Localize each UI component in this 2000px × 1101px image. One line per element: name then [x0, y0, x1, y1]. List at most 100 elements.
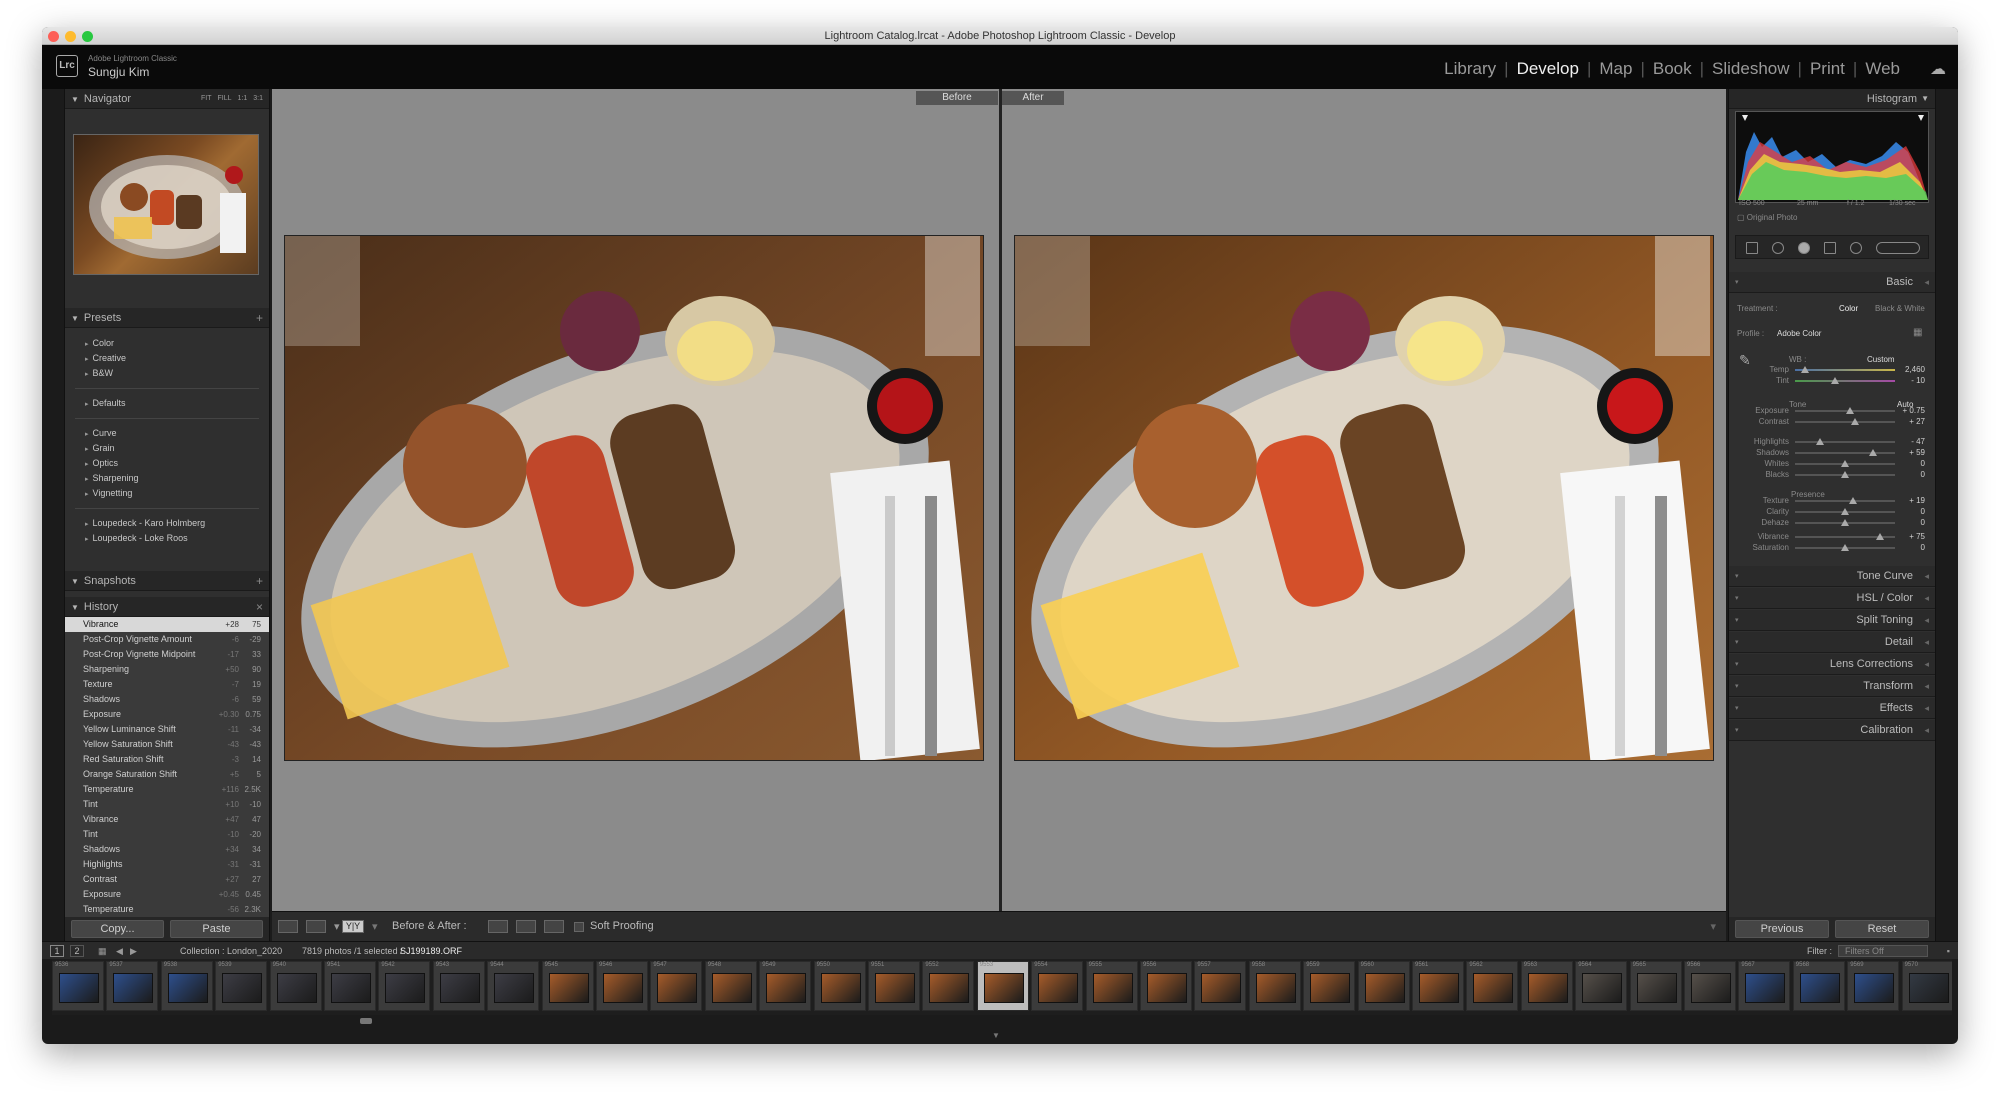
zoom-3-1[interactable]: 3:1	[253, 95, 263, 102]
filmstrip-thumbnail[interactable]: 9565	[1629, 961, 1682, 1011]
filmstrip-thumbnail[interactable]: 9549	[759, 961, 812, 1011]
slider-vibrance[interactable]	[1795, 533, 1895, 540]
zoom-fit[interactable]: FIT	[201, 95, 212, 102]
slider-shadows[interactable]	[1795, 449, 1895, 456]
filter-select[interactable]: Filters Off	[1838, 945, 1928, 957]
slider-knob[interactable]	[1849, 497, 1857, 504]
preset-folder[interactable]: Sharpening	[65, 471, 269, 486]
filmstrip-thumbnail[interactable]: 9568	[1792, 961, 1845, 1011]
slider-saturation[interactable]	[1795, 544, 1895, 551]
slider-dehaze[interactable]	[1795, 519, 1895, 526]
bottom-panel-toggle-icon[interactable]: ▼	[992, 1031, 1000, 1040]
filmstrip-thumbnail[interactable]: 9551	[868, 961, 920, 1011]
module-book[interactable]: Book	[1653, 59, 1692, 78]
grid-view-icon[interactable]: ▦	[98, 942, 107, 960]
preset-folder[interactable]: Loupedeck - Loke Roos	[65, 531, 269, 546]
slider-value-shadows[interactable]: + 59	[1909, 448, 1925, 457]
filmstrip-thumbnail[interactable]: 9555	[1085, 961, 1138, 1011]
toolbar-menu-icon[interactable]: ▾	[1710, 920, 1716, 933]
after-photo[interactable]	[1014, 235, 1714, 761]
module-slideshow[interactable]: Slideshow	[1712, 59, 1790, 78]
module-map[interactable]: Map	[1599, 59, 1632, 78]
panel-lens-corrections[interactable]: Lens Corrections	[1729, 654, 1935, 675]
reset-button[interactable]: Reset	[1835, 920, 1929, 938]
copy-after-to-before-button[interactable]	[516, 920, 536, 933]
crop-icon[interactable]	[1746, 242, 1758, 254]
add-snapshot-icon[interactable]: +	[256, 571, 263, 591]
zoom-window-button[interactable]	[82, 31, 93, 42]
slider-knob[interactable]	[1831, 377, 1839, 384]
slider-knob[interactable]	[1846, 407, 1854, 414]
copy-button[interactable]: Copy...	[71, 920, 164, 938]
filmstrip-thumbnail[interactable]: 9550	[813, 961, 866, 1011]
slider-knob[interactable]	[1869, 449, 1877, 456]
panel-tone-curve[interactable]: Tone Curve	[1729, 566, 1935, 587]
slider-highlights[interactable]	[1795, 438, 1895, 445]
treatment-bw-button[interactable]: Black & White	[1875, 304, 1925, 313]
navigator-zoom-options[interactable]: FIT FILL 1:1 3:1	[195, 89, 263, 109]
filmstrip-thumbnail[interactable]: 9569	[1847, 961, 1900, 1011]
spot-removal-icon[interactable]	[1772, 242, 1784, 254]
history-step[interactable]: Texture -7 19	[65, 677, 269, 692]
slider-exposure[interactable]	[1795, 407, 1895, 414]
filmstrip-thumbnail[interactable]: 9562	[1466, 961, 1519, 1011]
filmstrip-thumbnail[interactable]: 9547	[650, 961, 703, 1011]
slider-knob[interactable]	[1841, 460, 1849, 467]
soft-proofing-checkbox[interactable]	[574, 922, 584, 932]
slider-value-contrast[interactable]: + 27	[1909, 417, 1925, 426]
history-step[interactable]: Exposure +0.30 0.75	[65, 707, 269, 722]
slider-clarity[interactable]	[1795, 508, 1895, 515]
main-window-button[interactable]: 1	[50, 945, 64, 957]
loupe-view-button[interactable]	[278, 920, 298, 933]
minimize-window-button[interactable]	[65, 31, 76, 42]
slider-knob[interactable]	[1816, 438, 1824, 445]
preset-folder[interactable]: Loupedeck - Karo Holmberg	[65, 516, 269, 531]
histogram-header[interactable]: Histogram ▼	[1729, 89, 1935, 109]
filmstrip-thumbnail[interactable]: 9543	[432, 961, 485, 1011]
filmstrip-thumbnail[interactable]: 9538	[160, 961, 213, 1011]
preset-folder[interactable]: Defaults	[65, 396, 269, 411]
panel-effects[interactable]: Effects	[1729, 698, 1935, 719]
slider-blacks[interactable]	[1795, 471, 1895, 478]
add-preset-icon[interactable]: +	[256, 308, 263, 328]
filmstrip-thumbnail[interactable]: 9548	[704, 961, 757, 1011]
preset-folder[interactable]: Color	[65, 336, 269, 351]
wb-select[interactable]: Custom	[1867, 355, 1895, 364]
filmstrip-thumbnail[interactable]: 9567	[1738, 961, 1791, 1011]
preset-folder[interactable]: Grain	[65, 441, 269, 456]
adjustment-brush-icon[interactable]	[1876, 242, 1920, 254]
preset-folder[interactable]: Curve	[65, 426, 269, 441]
treatment-color-button[interactable]: Color	[1839, 304, 1858, 313]
history-step[interactable]: Exposure +0.45 0.45	[65, 887, 269, 902]
preset-folder[interactable]: Vignetting	[65, 486, 269, 501]
filter-lock-icon[interactable]: ▪	[1947, 942, 1950, 960]
filmstrip-thumbnail[interactable]: 9558	[1248, 961, 1301, 1011]
copy-before-to-after-button[interactable]	[488, 920, 508, 933]
paste-button[interactable]: Paste	[170, 920, 263, 938]
filmstrip-thumbnail[interactable]: 9536	[52, 961, 104, 1011]
slider-knob[interactable]	[1876, 533, 1884, 540]
slider-value-tint[interactable]: - 10	[1911, 376, 1925, 385]
panel-calibration[interactable]: Calibration	[1729, 720, 1935, 741]
snapshots-header[interactable]: ▼ Snapshots +	[65, 571, 269, 591]
history-step[interactable]: Temperature -56 2.3K	[65, 902, 269, 917]
graduated-filter-icon[interactable]	[1824, 242, 1836, 254]
filmstrip-thumbnail[interactable]: 9560	[1357, 961, 1410, 1011]
filmstrip-thumbnail[interactable]: 9559	[1303, 961, 1356, 1011]
slider-value-blacks[interactable]: 0	[1921, 470, 1925, 479]
slider-whites[interactable]	[1795, 460, 1895, 467]
slider-temp[interactable]	[1795, 366, 1895, 373]
slider-value-exposure[interactable]: + 0.75	[1903, 406, 1925, 415]
filmstrip-thumbnail[interactable]: 9541	[324, 961, 376, 1011]
filmstrip-thumbnail[interactable]: 9566	[1684, 961, 1736, 1011]
profile-select[interactable]: Adobe Color	[1777, 329, 1821, 338]
filmstrip-scroll-thumb[interactable]	[360, 1018, 372, 1024]
filmstrip-thumbnail[interactable]: 9542	[378, 961, 431, 1011]
filmstrip-thumbnail[interactable]: 9546	[596, 961, 648, 1011]
history-step[interactable]: Tint +10 -10	[65, 797, 269, 812]
filmstrip-thumbnail[interactable]: 9564	[1575, 961, 1628, 1011]
filmstrip-thumbnail[interactable]: 9570	[1901, 961, 1952, 1011]
panel-split-toning[interactable]: Split Toning	[1729, 610, 1935, 631]
history-step[interactable]: Yellow Saturation Shift -43 -43	[65, 737, 269, 752]
profile-browser-icon[interactable]: ▦	[1913, 327, 1922, 338]
